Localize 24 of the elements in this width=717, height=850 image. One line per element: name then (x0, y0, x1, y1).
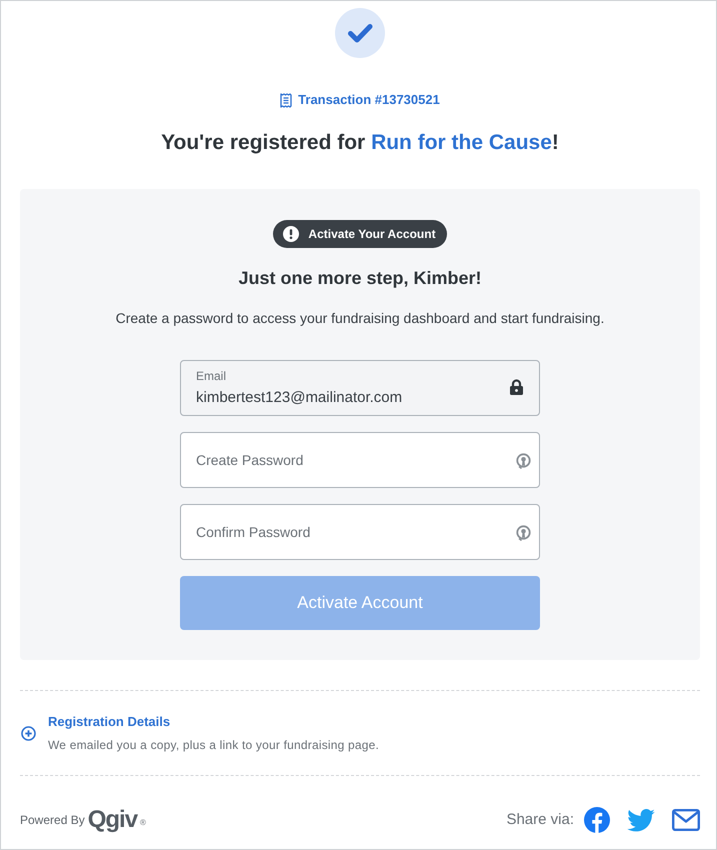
registration-details-link[interactable]: Registration Details (48, 713, 170, 731)
badge-label: Activate Your Account (308, 226, 436, 242)
step-title: Just one more step, Kimber! (238, 267, 482, 290)
registration-note: We emailed you a copy, plus a link to your fundraising page. (48, 737, 380, 753)
envelope-icon[interactable] (672, 809, 700, 831)
registration-heading: You're registered for Run for the Cause! (161, 130, 559, 156)
plus-circle-icon[interactable] (21, 726, 36, 740)
receipt-icon (280, 92, 292, 108)
activation-description: Create a password to access your fundraising dashboard and start fundraising. (116, 309, 604, 328)
powered-by-label: Powered By (20, 812, 85, 828)
keyhole-circle-icon (516, 453, 531, 469)
password-field[interactable]: Create Password (180, 432, 540, 488)
twitter-icon[interactable] (627, 808, 655, 832)
transaction-number: Transaction #13730521 (298, 91, 440, 109)
keyhole-circle-icon (516, 525, 531, 541)
check-circle-icon (335, 8, 385, 58)
share-label: Share via: (506, 811, 574, 829)
facebook-icon[interactable] (584, 807, 610, 833)
email-label: Email (196, 369, 226, 383)
password-field[interactable]: Confirm Password (180, 504, 540, 560)
logo-text: Qgiv (88, 808, 138, 832)
alert-icon (283, 226, 300, 242)
registered-mark: ® (140, 818, 146, 828)
lock-icon (510, 379, 523, 395)
